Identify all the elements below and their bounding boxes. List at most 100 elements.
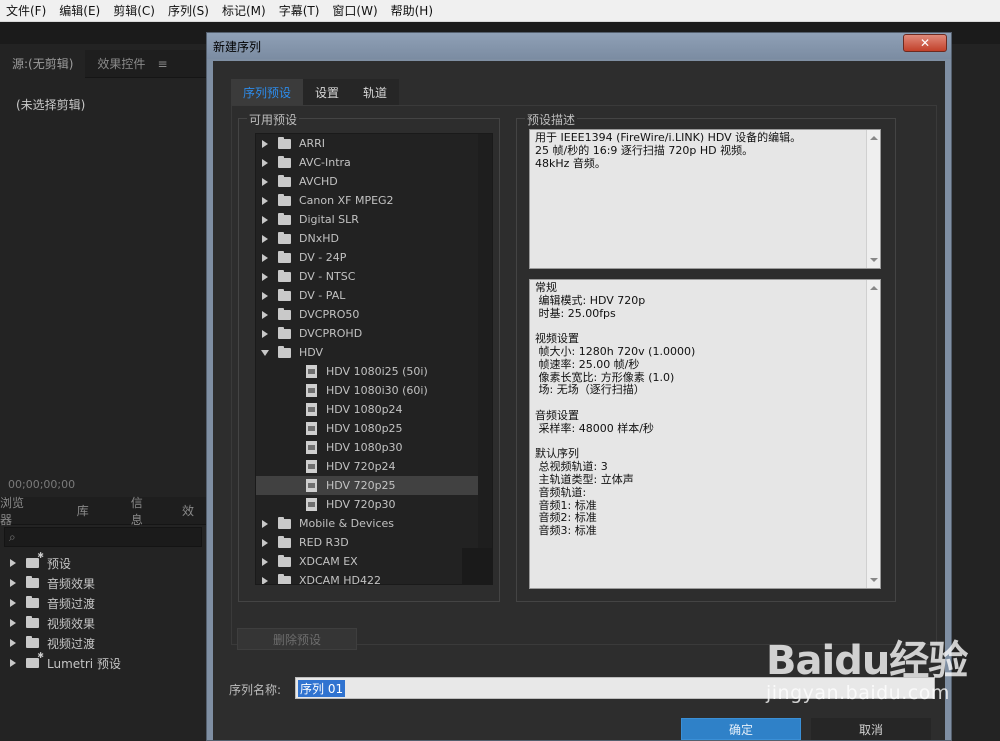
ok-button[interactable]: 确定 xyxy=(681,718,801,740)
menu-edit[interactable]: 编辑(E) xyxy=(59,2,100,19)
available-presets-title: 可用预设 xyxy=(247,111,300,128)
tab-tracks[interactable]: 轨道 xyxy=(351,79,400,105)
expand-arrow-icon[interactable] xyxy=(262,215,268,224)
expand-arrow-icon[interactable] xyxy=(262,538,268,547)
preset-folder-row[interactable]: DNxHD xyxy=(256,229,492,248)
preset-folder-label: DV - PAL xyxy=(299,289,346,302)
tab-sequence-presets[interactable]: 序列预设 xyxy=(231,79,304,105)
effects-tabs: 浏览器 库 信息 效 xyxy=(0,494,206,528)
folder-icon xyxy=(278,516,291,529)
tab-content-frame: 可用预设 ARRI AVC-Intra AVCHD Canon XF MPEG2 Dig… xyxy=(231,105,937,645)
effects-item-label: 音频过渡 xyxy=(47,596,96,611)
scroll-up-icon[interactable] xyxy=(870,286,878,290)
expand-arrow-icon[interactable] xyxy=(10,659,16,667)
scroll-down-icon[interactable] xyxy=(870,258,878,262)
preset-folder-row[interactable]: ARRI xyxy=(256,134,492,153)
expand-arrow-icon[interactable] xyxy=(262,139,268,148)
preset-item-row[interactable]: HDV 1080p25 xyxy=(256,419,492,438)
preset-folder-label: DV - NTSC xyxy=(299,270,356,283)
expand-arrow-icon[interactable] xyxy=(262,196,268,205)
tab-browser[interactable]: 浏览器 xyxy=(0,494,47,528)
folder-icon xyxy=(26,596,39,608)
menu-marker[interactable]: 标记(M) xyxy=(222,2,266,19)
preset-item-row[interactable]: HDV 1080p24 xyxy=(256,400,492,419)
expand-arrow-icon[interactable] xyxy=(262,576,268,584)
menu-help[interactable]: 帮助(H) xyxy=(391,2,433,19)
effects-item-lumetri-presets[interactable]: Lumetri 预设 xyxy=(0,651,206,673)
effects-item-video-transitions[interactable]: 视频过渡 xyxy=(0,633,206,653)
expand-arrow-icon[interactable] xyxy=(262,557,268,566)
preset-folder-row[interactable]: DV - PAL xyxy=(256,286,492,305)
tab-library[interactable]: 库 xyxy=(77,502,101,519)
panel-menu-icon[interactable]: ≡ xyxy=(157,57,167,71)
expand-arrow-icon[interactable] xyxy=(10,599,16,607)
preset-item-row[interactable]: HDV 720p30 xyxy=(256,495,492,514)
source-timecode[interactable]: 00;00;00;00 xyxy=(8,478,75,491)
expand-arrow-icon[interactable] xyxy=(262,329,268,338)
delete-preset-button[interactable]: 删除预设 xyxy=(237,628,357,650)
preset-folder-row[interactable]: Mobile & Devices xyxy=(256,514,492,533)
menu-sequence[interactable]: 序列(S) xyxy=(168,2,209,19)
expand-arrow-icon[interactable] xyxy=(262,158,268,167)
details-scrollbar[interactable] xyxy=(866,280,880,588)
preset-folder-row[interactable]: XDCAM HD422 xyxy=(256,571,492,584)
cancel-button[interactable]: 取消 xyxy=(811,718,931,740)
expand-arrow-icon[interactable] xyxy=(262,291,268,300)
expand-arrow-icon[interactable] xyxy=(262,253,268,262)
menu-bar: 文件(F) 编辑(E) 剪辑(C) 序列(S) 标记(M) 字幕(T) 窗口(W… xyxy=(0,0,1000,22)
expand-arrow-icon[interactable] xyxy=(262,272,268,281)
preset-item-row[interactable]: HDV 720p24 xyxy=(256,457,492,476)
expand-arrow-icon[interactable] xyxy=(10,619,16,627)
expand-arrow-icon[interactable] xyxy=(262,310,268,319)
preset-folder-row[interactable]: AVC-Intra xyxy=(256,153,492,172)
expand-arrow-icon[interactable] xyxy=(262,234,268,243)
effects-search-input[interactable]: ⌕ xyxy=(4,527,202,547)
preset-folder-row[interactable]: AVCHD xyxy=(256,172,492,191)
expand-arrow-icon[interactable] xyxy=(262,177,268,186)
scroll-up-icon[interactable] xyxy=(870,136,878,140)
collapse-arrow-icon[interactable] xyxy=(261,349,269,356)
menu-title[interactable]: 字幕(T) xyxy=(279,2,320,19)
folder-icon xyxy=(278,231,291,244)
expand-arrow-icon[interactable] xyxy=(262,519,268,528)
preset-folder-row[interactable]: XDCAM EX xyxy=(256,552,492,571)
preset-folder-row[interactable]: DVCPRO50 xyxy=(256,305,492,324)
menu-window[interactable]: 窗口(W) xyxy=(332,2,377,19)
preset-item-row[interactable]: HDV 720p25 xyxy=(256,476,492,495)
expand-arrow-icon[interactable] xyxy=(10,559,16,567)
description-scrollbar[interactable] xyxy=(866,130,880,268)
close-button[interactable]: ✕ xyxy=(903,34,947,52)
expand-arrow-icon[interactable] xyxy=(10,639,16,647)
effects-item-audio-effects[interactable]: 音频效果 xyxy=(0,573,206,593)
preset-item-row[interactable]: HDV 1080i30 (60i) xyxy=(256,381,492,400)
expand-arrow-icon[interactable] xyxy=(10,579,16,587)
dialog-titlebar[interactable]: 新建序列 xyxy=(207,33,951,59)
preset-file-icon xyxy=(306,479,317,492)
preset-folder-row[interactable]: HDV xyxy=(256,343,492,362)
preset-folder-row[interactable]: DV - NTSC xyxy=(256,267,492,286)
tab-source[interactable]: 源:(无剪辑) xyxy=(0,49,86,78)
tab-effect-controls[interactable]: 效果控件 xyxy=(85,55,157,72)
menu-clip[interactable]: 剪辑(C) xyxy=(113,2,155,19)
preset-folder-row[interactable]: DVCPROHD xyxy=(256,324,492,343)
preset-folder-row[interactable]: RED R3D xyxy=(256,533,492,552)
tree-scrollbar[interactable] xyxy=(478,134,492,584)
scroll-down-icon[interactable] xyxy=(870,578,878,582)
effects-item-presets[interactable]: 预设 xyxy=(0,551,206,573)
preset-folder-label: HDV xyxy=(299,346,324,359)
preset-item-row[interactable]: HDV 1080i25 (50i) xyxy=(256,362,492,381)
preset-folder-row[interactable]: Canon XF MPEG2 xyxy=(256,191,492,210)
tab-info[interactable]: 信息 xyxy=(131,494,166,528)
folder-icon xyxy=(26,576,39,588)
folder-icon xyxy=(26,636,39,648)
tab-effects[interactable]: 效 xyxy=(182,502,206,519)
preset-item-row[interactable]: HDV 1080p30 xyxy=(256,438,492,457)
preset-folder-row[interactable]: DV - 24P xyxy=(256,248,492,267)
menu-file[interactable]: 文件(F) xyxy=(6,2,46,19)
effects-item-video-effects[interactable]: 视频效果 xyxy=(0,613,206,633)
preset-folder-icon xyxy=(26,551,44,568)
effects-item-audio-transitions[interactable]: 音频过渡 xyxy=(0,593,206,613)
preset-folder-row[interactable]: Digital SLR xyxy=(256,210,492,229)
sequence-name-input[interactable]: 序列 01 xyxy=(295,677,935,699)
tab-settings[interactable]: 设置 xyxy=(303,79,352,105)
